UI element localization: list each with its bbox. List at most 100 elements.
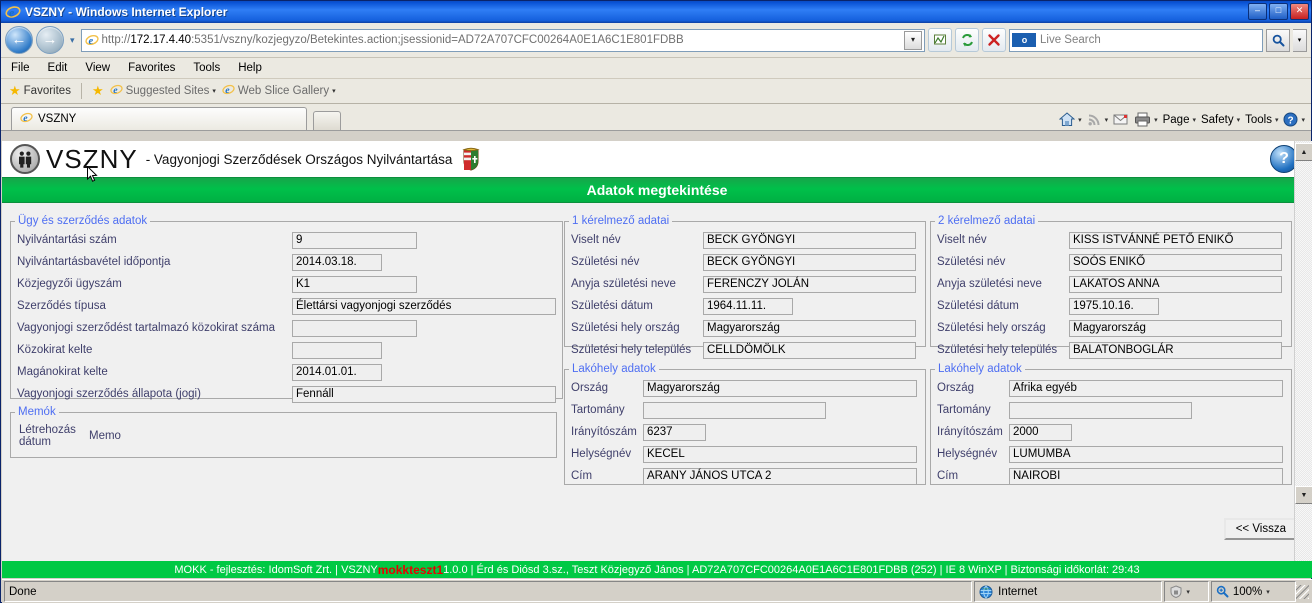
scroll-up-icon[interactable]: ▲ [1295,143,1312,161]
print-caret-icon[interactable]: ▾ [1154,116,1158,124]
menu-item-favorites[interactable]: Favorites [128,62,175,74]
menu-item-help[interactable]: Help [238,62,262,74]
a1-addr-input-helysegnev[interactable]: KECEL [643,445,917,463]
input-kozokirat-kelte[interactable] [292,341,382,359]
security-zone[interactable]: Internet [974,581,1163,602]
help-circle-icon: ? [1283,112,1298,127]
a1-input-szuletesi-orszag[interactable]: Magyarország [703,319,916,337]
forward-button[interactable] [36,26,64,54]
scroll-down-icon[interactable]: ▼ [1295,486,1312,504]
svg-text:e: e [88,36,93,47]
input-kozokirat-szama[interactable] [292,319,417,337]
page-content: VSZNY - Vagyonjogi Szerződések Országos … [2,141,1312,578]
minimize-button[interactable]: – [1248,3,1267,20]
field-row-kozokirat-szama: Vagyonjogi szerződést tartalmazó közokir… [17,317,556,339]
a1-input-szuletesi-nev[interactable]: BECK GYÖNGYI [703,253,916,271]
field-row-kozokirat-kelte: Közokirat kelte [17,339,556,361]
memo-panel: Memók Létrehozás dátum Memo [10,406,557,458]
mail-button[interactable] [1113,113,1129,126]
a1-input-szuletesi-telepules[interactable]: CELLDÖMÖLK [703,341,916,359]
page-menu-button[interactable]: Page ▾ [1163,114,1196,126]
home-button[interactable]: ▾ [1059,112,1082,127]
recent-pages-caret[interactable]: ▾ [67,35,78,46]
suggested-sites-button[interactable]: e Suggested Sites ▾ [109,83,216,99]
a2-input-anyja-neve[interactable]: LAKATOS ANNA [1069,275,1282,293]
input-szerzodes-allapota[interactable]: Fennáll [292,385,556,403]
input-nyilvantartasbavetel[interactable]: 2014.03.18. [292,253,382,271]
a2-addr-input-iranyitoszam[interactable]: 2000 [1009,423,1072,441]
help-caret-icon: ▾ [1301,116,1305,124]
favorites-button[interactable]: ★ Favorites [9,83,71,99]
a2-input-szuletesi-nev[interactable]: SOÓS ENIKŐ [1069,253,1282,271]
a2-addr-input-cim[interactable]: NAIROBI [1009,467,1283,485]
tools-menu-button[interactable]: Tools ▾ [1245,114,1278,126]
search-go-icon[interactable] [1266,28,1290,52]
address-input[interactable]: e http://172.17.4.40:5351/vszny/kozjegyz… [80,28,925,52]
add-to-favorites-bar-icon[interactable]: ★ [92,83,104,99]
a2-input-szuletesi-datum[interactable]: 1975.10.16. [1069,297,1159,315]
a2-addr-input-orszag[interactable]: Afrika egyéb [1009,379,1283,397]
applicant2-address-panel: Lakóhely adatok Ország Afrika egyéb Tart… [930,363,1292,485]
resize-grip[interactable] [1295,584,1309,599]
label-nyilvantartasi-szam: Nyilvántartási szám [17,234,117,246]
menu-item-edit[interactable]: Edit [48,62,68,74]
search-input[interactable]: o Live Search [1009,28,1263,52]
memo-column-date: Létrehozás dátum [19,424,76,448]
feeds-caret-icon[interactable]: ▾ [1105,116,1109,124]
a1-input-anyja-neve[interactable]: FERENCZY JOLÁN [703,275,916,293]
page-scrollbar[interactable]: ▲ ▼ [1294,141,1312,578]
protected-mode-indicator[interactable]: ▾ [1164,581,1209,602]
back-button[interactable] [5,26,33,54]
back-button-vissza[interactable]: << Vissza [1223,518,1298,540]
menu-item-tools[interactable]: Tools [193,62,220,74]
a2-addr-input-helysegnev[interactable]: LUMUMBA [1009,445,1283,463]
a2-label-szuletesi-datum: Születési dátum [937,300,1019,312]
web-slice-gallery-button[interactable]: e Web Slice Gallery ▾ [222,83,336,99]
close-button[interactable]: ✕ [1290,3,1309,20]
label-kozjegyzoi-ugyszam: Közjegyzői ügyszám [17,278,122,290]
suggested-sites-label: Suggested Sites [125,85,210,97]
input-nyilvantartasi-szam[interactable]: 9 [292,231,417,249]
a1-addr-input-iranyitoszam[interactable]: 6237 [643,423,706,441]
menu-item-file[interactable]: File [11,62,30,74]
home-caret-icon[interactable]: ▾ [1078,116,1082,124]
print-button[interactable]: ▾ [1134,112,1158,127]
a2-row-szuletesi-nev: Születési név SOÓS ENIKŐ [937,251,1285,273]
protected-mode-caret[interactable]: ▾ [1186,588,1190,596]
a2-input-szuletesi-telepules[interactable]: BALATONBOGLÁR [1069,341,1282,359]
tab-vszny[interactable]: e VSZNY [11,107,307,130]
stop-icon[interactable] [982,28,1006,52]
a2-addr-row-tartomany: Tartomány [937,399,1285,421]
new-tab-button[interactable] [313,111,341,130]
menu-item-view[interactable]: View [85,62,110,74]
input-szerzodes-tipusa[interactable]: Élettársi vagyonjogi szerződés [292,297,556,315]
search-options-caret[interactable]: ▾ [1293,28,1307,52]
a1-label-szuletesi-telepules: Születési hely település [571,344,692,356]
input-maganokirat-kelte[interactable]: 2014.01.01. [292,363,382,381]
svg-text:e: e [225,85,230,96]
a1-label-anyja-neve: Anyja születési neve [571,278,676,290]
a1-input-viselt-nev[interactable]: BECK GYÖNGYI [703,231,916,249]
zoom-caret[interactable]: ▾ [1266,588,1270,596]
a2-input-viselt-nev[interactable]: KISS ISTVÁNNÉ PETŐ ENIKŐ [1069,231,1282,249]
safety-menu-button[interactable]: Safety ▾ [1201,114,1240,126]
a1-addr-input-tartomany[interactable] [643,401,826,419]
zoom-control[interactable]: 100% ▾ [1210,581,1296,602]
input-kozjegyzoi-ugyszam[interactable]: K1 [292,275,417,293]
a1-addr-input-cim[interactable]: ARANY JÁNOS UTCA 2 [643,467,917,485]
a2-row-szuletesi-datum: Születési dátum 1975.10.16. [937,295,1285,317]
a2-address-legend: Lakóhely adatok [938,363,1022,375]
feeds-button[interactable]: ▾ [1087,112,1109,127]
help-menu-button[interactable]: ? ▾ [1283,112,1305,127]
refresh-icon[interactable] [955,28,979,52]
a2-label-szuletesi-telepules: Születési hely település [937,344,1058,356]
field-row-nyilvantartasi-szam: Nyilvántartási szám 9 [17,229,556,251]
a1-input-szuletesi-datum[interactable]: 1964.11.11. [703,297,793,315]
a1-addr-input-orszag[interactable]: Magyarország [643,379,917,397]
a2-addr-input-tartomany[interactable] [1009,401,1192,419]
address-dropdown-button[interactable]: ▾ [904,30,922,50]
maximize-button[interactable]: □ [1269,3,1288,20]
a1-addr-label-iranyitoszam: Irányítószám [571,426,637,438]
a2-input-szuletesi-orszag[interactable]: Magyarország [1069,319,1282,337]
compatibility-view-icon[interactable] [928,28,952,52]
